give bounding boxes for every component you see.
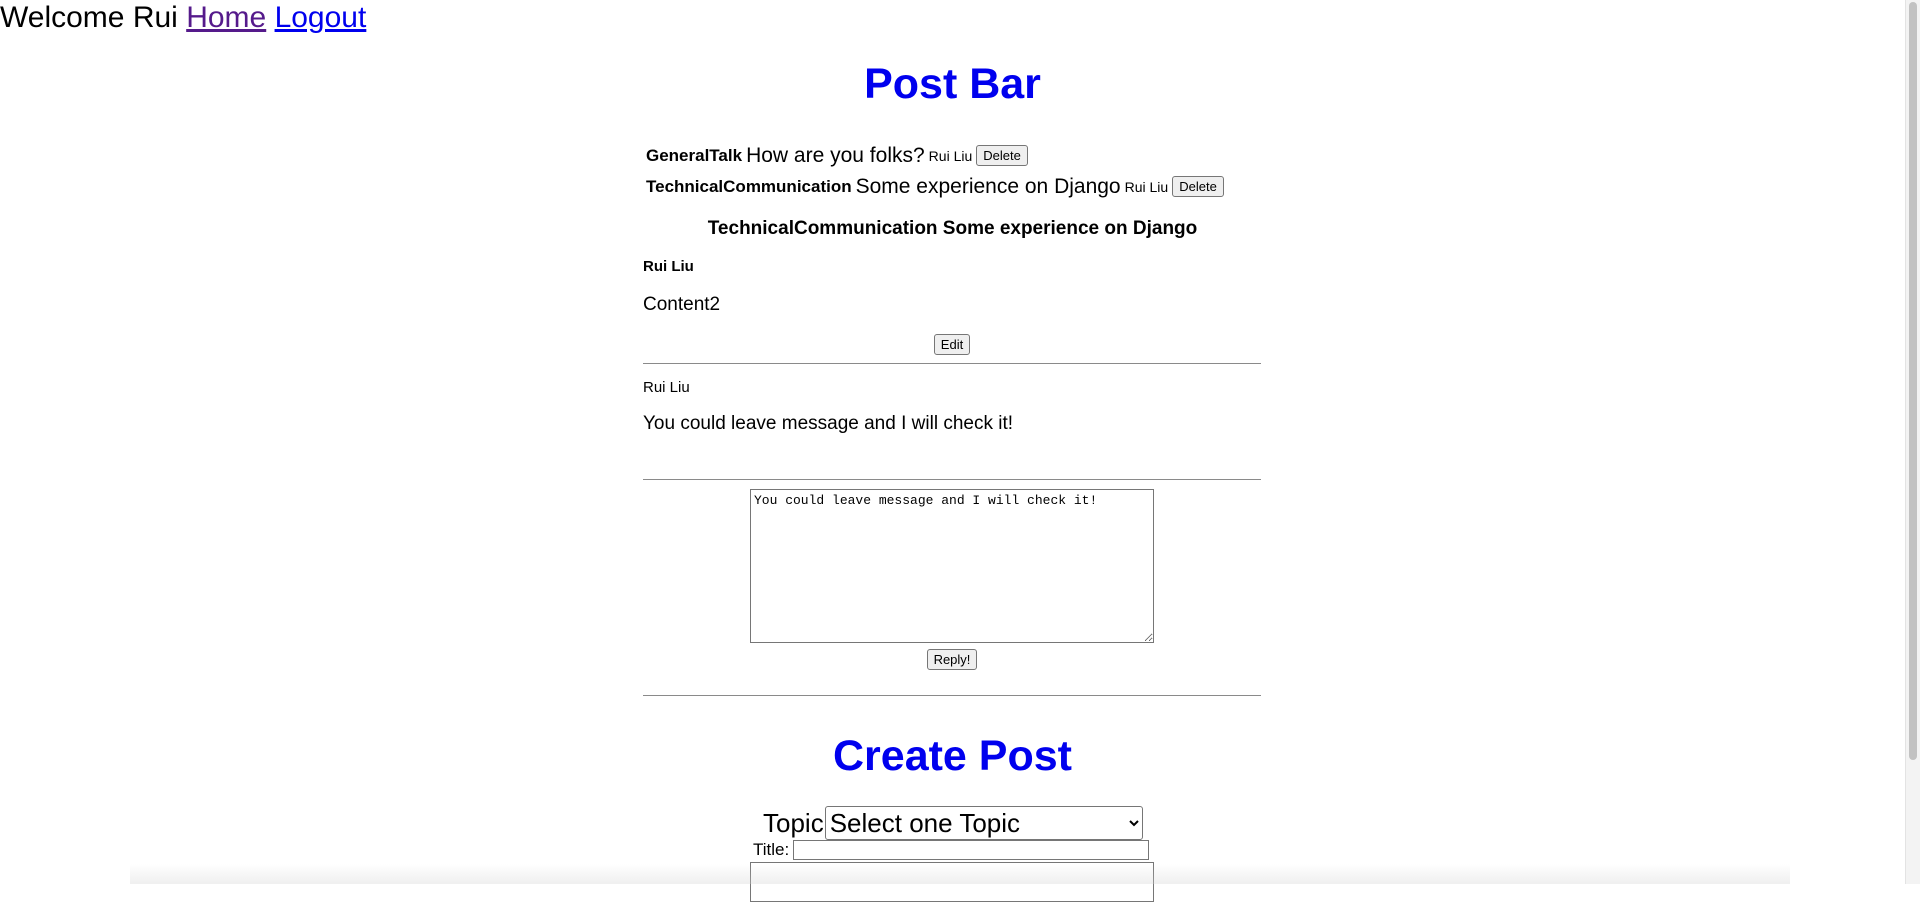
post-author: Rui Liu: [928, 147, 973, 164]
home-link[interactable]: Home: [186, 1, 266, 34]
divider: [643, 695, 1261, 696]
post-detail-content: Content2: [643, 294, 721, 315]
post-list-item: GeneralTalk How are you folks? Rui Liu D…: [646, 140, 1224, 171]
vertical-scrollbar[interactable]: [1905, 0, 1920, 884]
topic-label: Topic: [763, 807, 824, 838]
reply-submit-wrap: Reply!: [643, 649, 1261, 670]
post-detail-author: Rui Liu: [643, 258, 694, 275]
post-detail-heading: TechnicalCommunication Some experience o…: [707, 218, 1198, 239]
topic-row: Topic Select one Topic: [763, 806, 1143, 840]
post-topic: GeneralTalk: [646, 145, 743, 165]
create-post-title: Create Post: [833, 732, 1072, 780]
edit-wrap: Edit: [643, 334, 1261, 355]
post-author: Rui Liu: [1124, 178, 1169, 195]
post-title: Some experience on Django: [855, 174, 1121, 198]
reply-button[interactable]: Reply!: [926, 649, 978, 670]
title-input[interactable]: [793, 840, 1150, 860]
post-title: How are you folks?: [746, 143, 925, 167]
post-list: GeneralTalk How are you folks? Rui Liu D…: [646, 140, 1224, 202]
post-content-textarea[interactable]: [750, 862, 1154, 902]
post-list-item: TechnicalCommunication Some experience o…: [646, 171, 1224, 202]
delete-button[interactable]: Delete: [976, 145, 1028, 166]
topic-select[interactable]: Select one Topic: [824, 806, 1143, 840]
title-row: Title:: [753, 840, 1150, 860]
top-nav: Welcome Rui Home Logout: [0, 0, 366, 36]
page-title: Post Bar: [864, 60, 1041, 108]
post-topic: TechnicalCommunication: [646, 176, 852, 196]
divider: [643, 479, 1261, 480]
logout-link[interactable]: Logout: [275, 1, 367, 34]
title-label: Title:: [753, 840, 790, 859]
reply-content: You could leave message and I will check…: [643, 413, 1014, 434]
reply-textarea[interactable]: [750, 489, 1154, 643]
reply-author: Rui Liu: [643, 379, 690, 396]
scrollbar-thumb[interactable]: [1909, 2, 1917, 760]
edit-button[interactable]: Edit: [933, 334, 971, 355]
delete-button[interactable]: Delete: [1172, 176, 1224, 197]
divider: [643, 363, 1261, 364]
welcome-text: Welcome Rui: [0, 1, 178, 34]
